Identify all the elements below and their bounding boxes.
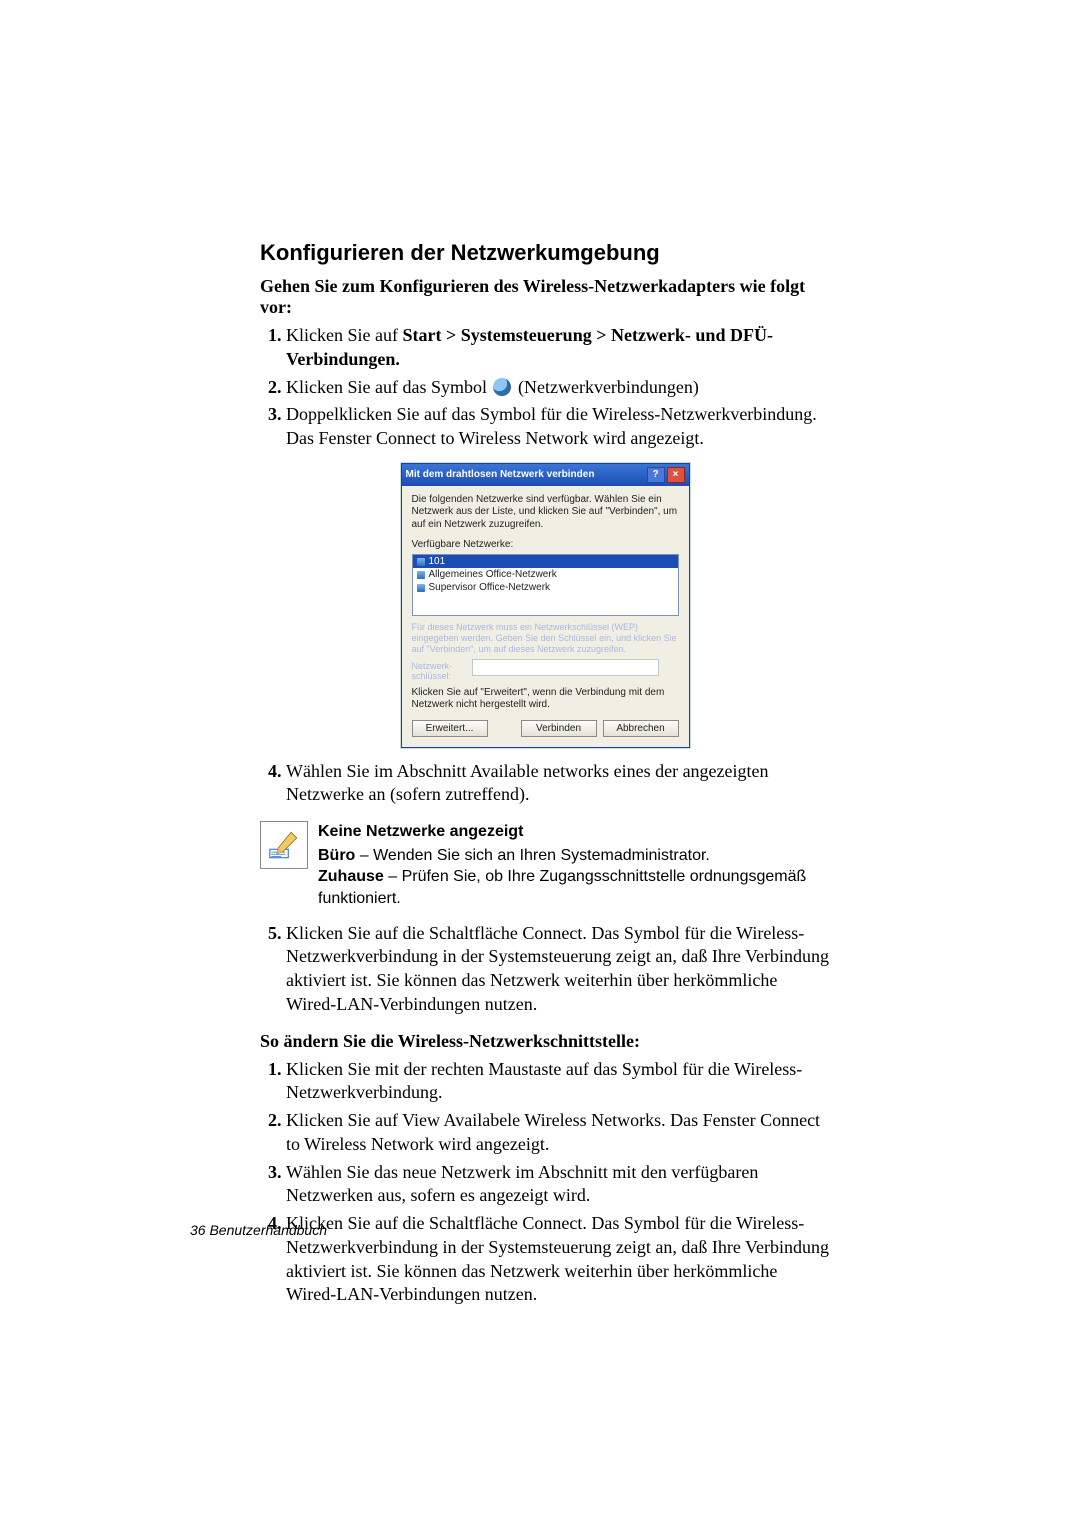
- note-zuhause-label: Zuhause: [318, 868, 384, 885]
- procedure-list-1b: Wählen Sie im Abschnitt Available networ…: [286, 760, 830, 808]
- step-2: Klicken Sie auf das Symbol (Netzwerkverb…: [286, 376, 830, 400]
- advanced-button[interactable]: Erweitert...: [412, 720, 488, 737]
- network-globe-icon: [493, 378, 511, 396]
- step-2-pre: Klicken Sie auf das Symbol: [286, 377, 491, 397]
- dialog-title: Mit dem drahtlosen Netzwerk verbinden: [406, 469, 645, 480]
- step2-2: Klicken Sie auf View Availabele Wireless…: [286, 1109, 830, 1157]
- wifi-icon: [417, 571, 425, 579]
- page: Konfigurieren der Netzwerkumgebung Gehen…: [0, 0, 1080, 1528]
- available-networks-label: Verfügbare Netzwerke:: [412, 539, 679, 550]
- network-key-label: Netzwerk-schlüssel:: [412, 661, 470, 681]
- step2-3: Wählen Sie das neue Netzwerk im Abschnit…: [286, 1161, 830, 1209]
- note-zuhause-text: – Prüfen Sie, ob Ihre Zugangsschnittstel…: [318, 868, 806, 907]
- section-heading: Konfigurieren der Netzwerkumgebung: [260, 240, 830, 266]
- network-item-label: Supervisor Office-Netzwerk: [429, 582, 551, 593]
- step-3: Doppelklicken Sie auf das Symbol für die…: [286, 403, 830, 451]
- wep-instruction: Für dieses Netzwerk muss ein Netzwerksch…: [412, 622, 679, 654]
- network-item-101[interactable]: 101: [413, 555, 678, 568]
- connect-button[interactable]: Verbinden: [521, 720, 597, 737]
- note-buro-label: Büro: [318, 847, 355, 864]
- content-area: Konfigurieren der Netzwerkumgebung Gehen…: [260, 240, 830, 1307]
- wifi-icon: [417, 584, 425, 592]
- note-text: Keine Netzwerke angezeigt Büro – Wenden …: [318, 821, 830, 909]
- network-item-label: 101: [429, 556, 446, 567]
- help-button[interactable]: ?: [647, 467, 665, 483]
- step-2-post: (Netzwerkverbindungen): [513, 377, 698, 397]
- page-footer: 36 Benutzerhandbuch: [190, 1222, 327, 1238]
- network-listbox[interactable]: 101 Allgemeines Office-Netzwerk Supervis…: [412, 554, 679, 616]
- note-icon: [260, 821, 308, 869]
- sub-heading: So ändern Sie die Wireless-Netzwerkschni…: [260, 1031, 830, 1052]
- wifi-icon: [417, 558, 425, 566]
- intro-line: Gehen Sie zum Konfigurieren des Wireless…: [260, 276, 830, 318]
- network-item-supervisor[interactable]: Supervisor Office-Netzwerk: [413, 581, 678, 594]
- step-1-pre: Klicken Sie auf: [286, 325, 402, 345]
- procedure-list-2: Klicken Sie mit der rechten Maustaste au…: [286, 1058, 830, 1308]
- dialog-body: Die folgenden Netzwerke sind verfügbar. …: [402, 486, 689, 747]
- note-line-buro: Büro – Wenden Sie sich an Ihren Systemad…: [318, 845, 830, 867]
- network-item-general[interactable]: Allgemeines Office-Netzwerk: [413, 568, 678, 581]
- step-5: Klicken Sie auf die Schaltfläche Connect…: [286, 922, 830, 1017]
- dialog-instructions: Die folgenden Netzwerke sind verfügbar. …: [412, 494, 679, 532]
- advanced-note: Klicken Sie auf "Erweitert", wenn die Ve…: [412, 687, 679, 712]
- step2-4: Klicken Sie auf die Schaltfläche Connect…: [286, 1212, 830, 1307]
- step-1: Klicken Sie auf Start > Systemsteuerung …: [286, 324, 830, 372]
- dialog-titlebar: Mit dem drahtlosen Netzwerk verbinden ? …: [402, 464, 689, 486]
- close-button[interactable]: ×: [667, 467, 685, 483]
- network-key-input[interactable]: [472, 659, 659, 676]
- step2-1: Klicken Sie mit der rechten Maustaste au…: [286, 1058, 830, 1106]
- note-block: Keine Netzwerke angezeigt Büro – Wenden …: [260, 821, 830, 909]
- network-item-label: Allgemeines Office-Netzwerk: [429, 569, 557, 580]
- note-buro-text: – Wenden Sie sich an Ihren Systemadminis…: [355, 847, 710, 864]
- procedure-list-1c: Klicken Sie auf die Schaltfläche Connect…: [286, 922, 830, 1017]
- cancel-button[interactable]: Abbrechen: [603, 720, 679, 737]
- step-4: Wählen Sie im Abschnitt Available networ…: [286, 760, 830, 808]
- avail-label-text: Verfügbare Netzwerke:: [412, 539, 514, 550]
- procedure-list-1: Klicken Sie auf Start > Systemsteuerung …: [286, 324, 830, 451]
- pencil-note-icon: [267, 828, 301, 862]
- note-title: Keine Netzwerke angezeigt: [318, 821, 830, 843]
- dialog-button-row: Erweitert... Verbinden Abbrechen: [412, 720, 679, 737]
- note-line-zuhause: Zuhause – Prüfen Sie, ob Ihre Zugangssch…: [318, 866, 830, 909]
- wireless-dialog: Mit dem drahtlosen Netzwerk verbinden ? …: [401, 463, 690, 748]
